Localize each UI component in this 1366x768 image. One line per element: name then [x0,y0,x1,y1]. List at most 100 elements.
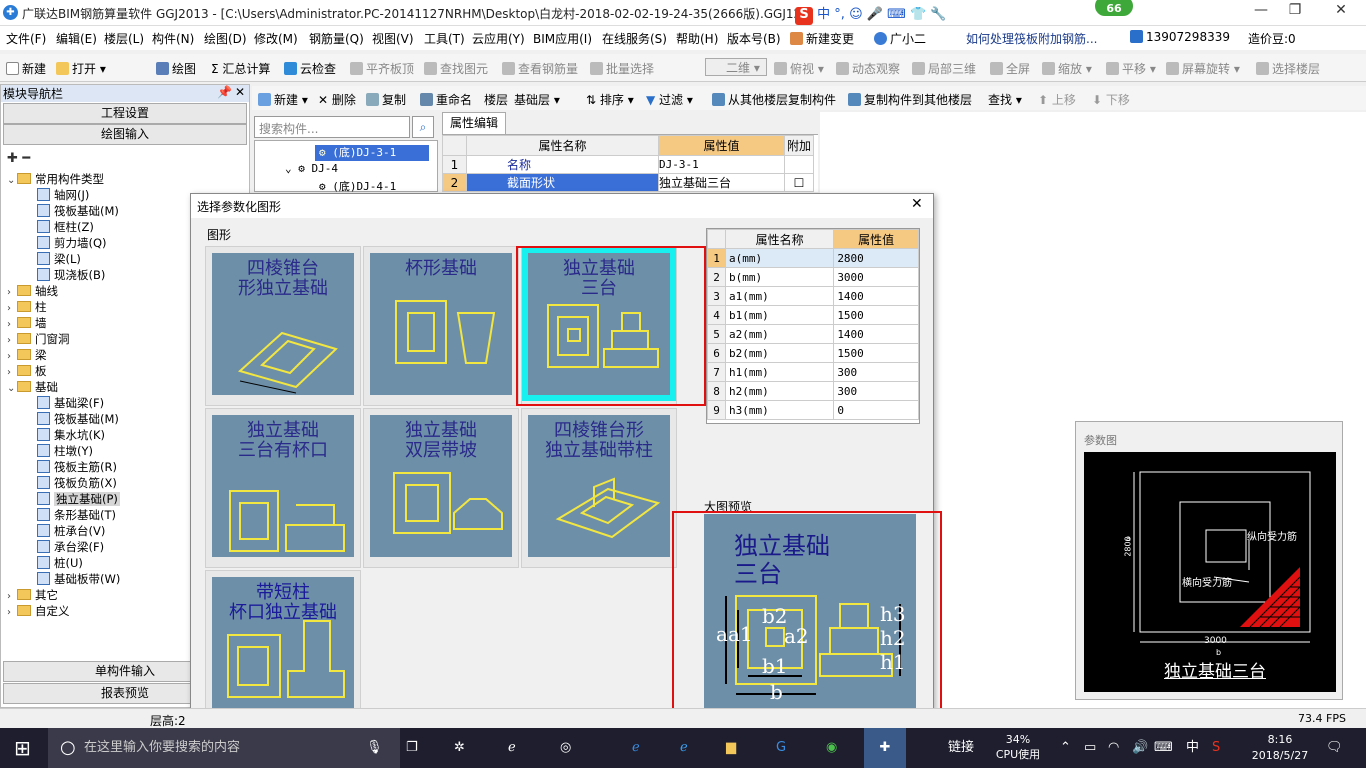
tab-property-edit[interactable]: 属性编辑 [442,112,506,134]
cost-beans[interactable]: 造价豆:0 [1248,30,1296,47]
cloud-check-button[interactable]: 云检查 [284,60,336,77]
tree-item[interactable]: 梁(L) [37,251,81,267]
tree-item[interactable]: 桩(U) [37,555,83,571]
chevron-down-icon[interactable]: ⌄ [7,173,17,189]
chevron-down-icon[interactable]: ⌄ [7,381,17,397]
menu-view[interactable]: 视图(V) [372,30,414,47]
tree-folder[interactable]: › 柱 [7,299,47,315]
move-down-button[interactable]: ⬇ 下移 [1092,91,1130,108]
keyboard-tray-icon[interactable]: ⌨ [1154,728,1173,768]
param-value[interactable]: 1400 [833,324,919,344]
top-view-button[interactable]: 俯视 ▾ [774,60,824,77]
prop-extra-checkbox[interactable]: ☐ [784,173,814,192]
emoji-icon[interactable]: ☺ [849,7,863,22]
param-value[interactable]: 0 [833,400,919,420]
shape-option[interactable]: 独立基础 双层带坡 [363,408,519,568]
view-rebar-button[interactable]: 查看钢筋量 [502,60,578,77]
tray-expand-icon[interactable]: ⌃ [1060,728,1071,768]
menu-floor[interactable]: 楼层(L) [104,30,144,47]
task-view-icon[interactable]: ❐ [406,728,418,768]
param-row[interactable]: 4 b1(mm) 1500 [707,305,919,325]
pan-button[interactable]: 平移 ▾ [1106,60,1156,77]
tree-folder[interactable]: › 墙 [7,315,47,331]
panel-close-icon[interactable]: ✕ [235,85,245,99]
ie2-icon[interactable]: ℯ [680,728,688,768]
find-button[interactable]: 查找 ▾ [988,91,1022,108]
param-row[interactable]: 1 a(mm) 2800 [707,248,919,268]
shape-option[interactable]: 杯形基础 [363,246,519,406]
chevron-right-icon[interactable]: › [7,605,17,621]
tree-item[interactable]: 筏板基础(M) [37,203,119,219]
tree-item[interactable]: 筏板主筋(R) [37,459,117,475]
tree-item[interactable]: 基础梁(F) [37,395,104,411]
sogou-ime-bar[interactable]: S 中 °, ☺ 🎤 ⌨ 👕 🔧 [795,3,995,25]
keyboard-icon[interactable]: ⌨ [887,7,906,22]
find-element-button[interactable]: 查找图元 [424,60,488,77]
sogou-tray-icon[interactable]: S [1212,728,1220,768]
param-value[interactable]: 3000 [833,267,919,287]
ie-icon[interactable]: ℯ [508,728,516,768]
expand-collapse-all[interactable]: ✚ ━ [7,151,30,166]
tree-item[interactable]: 筏板负筋(X) [37,475,117,491]
menu-assistant[interactable]: 广小二 [874,30,926,47]
tree-item[interactable]: 桩承台(V) [37,523,105,539]
menu-new-change[interactable]: 新建变更 [790,30,854,47]
volume-icon[interactable]: 🔊 [1132,728,1148,768]
shape-option[interactable]: 四棱锥台 形独立基础 [205,246,361,406]
open-button[interactable]: 打开 ▾ [56,60,106,77]
param-row[interactable]: 2 b(mm) 3000 [707,267,919,287]
tree-folder[interactable]: ⌄ 基础 [7,379,58,395]
search-input[interactable]: 搜索构件... [254,116,410,138]
param-row[interactable]: 5 a2(mm) 1400 [707,324,919,344]
draw-button[interactable]: 绘图 [156,60,196,77]
menu-tip-link[interactable]: 如何处理筏板附加钢筋... [966,30,1097,47]
new-button[interactable]: 新建 [6,60,46,77]
dialog-close-button[interactable]: ✕ [911,196,923,212]
param-value[interactable]: 300 [833,381,919,401]
param-value[interactable]: 1500 [833,343,919,363]
menu-version[interactable]: 版本号(B) [727,30,781,47]
tree-item[interactable]: 柱墩(Y) [37,443,93,459]
floor-select[interactable]: 基础层 ▾ [514,91,560,108]
component-item-selected[interactable]: ⚙ (底)DJ-3-1 [315,145,429,161]
mic-icon[interactable]: 🎙 [366,728,383,768]
param-row[interactable]: 8 h2(mm) 300 [707,381,919,401]
tree-item[interactable]: 框柱(Z) [37,219,94,235]
sum-calc-button[interactable]: Σ 汇总计算 [211,60,270,77]
tree-folder[interactable]: › 板 [7,363,47,379]
tree-item[interactable]: 条形基础(T) [37,507,116,523]
fan-app-icon[interactable]: ✲ [454,728,465,768]
app-icon[interactable]: ◎ [560,728,571,768]
taskbar-link[interactable]: 链接 [948,728,974,768]
fullscreen-button[interactable]: 全屏 [990,60,1030,77]
tree-item[interactable]: 现浇板(B) [37,267,105,283]
param-value[interactable]: 2800 [833,248,919,268]
notification-badge[interactable]: 66 [1093,0,1135,18]
select-floor-button[interactable]: 选择楼层 [1256,60,1320,77]
zoom-button[interactable]: 缩放 ▾ [1042,60,1092,77]
windows-start-icon[interactable]: ⊞ [14,728,31,768]
view-mode-select[interactable]: 二维 ▾ [705,58,767,76]
draw-input-button[interactable]: 绘图输入 [3,124,247,145]
menu-draw[interactable]: 绘图(D) [204,30,247,47]
menu-cloud[interactable]: 云应用(Y) [472,30,525,47]
search-icon[interactable]: ⌕ [412,116,434,138]
tree-item[interactable]: 轴网(J) [37,187,89,203]
clock[interactable]: 8:16 2018/5/27 [1240,732,1320,764]
tree-folder[interactable]: › 门窗洞 [7,331,70,347]
prop-value-cell[interactable]: 独立基础三台 [658,173,785,192]
param-row[interactable]: 9 h3(mm) 0 [707,400,919,420]
file-explorer-icon[interactable]: ▆ [726,728,736,768]
tree-item[interactable]: 独立基础(P) [37,491,120,507]
wifi-icon[interactable]: ◠ [1108,728,1119,768]
component-item[interactable]: ⚙ (底)DJ-4-1 [319,178,396,194]
menu-file[interactable]: 文件(F) [6,30,46,47]
menu-bim[interactable]: BIM应用(I) [533,30,592,47]
menu-tools[interactable]: 工具(T) [424,30,465,47]
maximize-button[interactable]: ❐ [1280,2,1310,22]
tray-ime[interactable]: 中 [1186,728,1199,768]
prop-value-cell[interactable]: DJ-3-1 [658,155,785,174]
param-row[interactable]: 6 b2(mm) 1500 [707,343,919,363]
user-account[interactable]: 13907298339 [1130,30,1230,44]
rotate-button[interactable]: 屏幕旋转 ▾ [1166,60,1240,77]
